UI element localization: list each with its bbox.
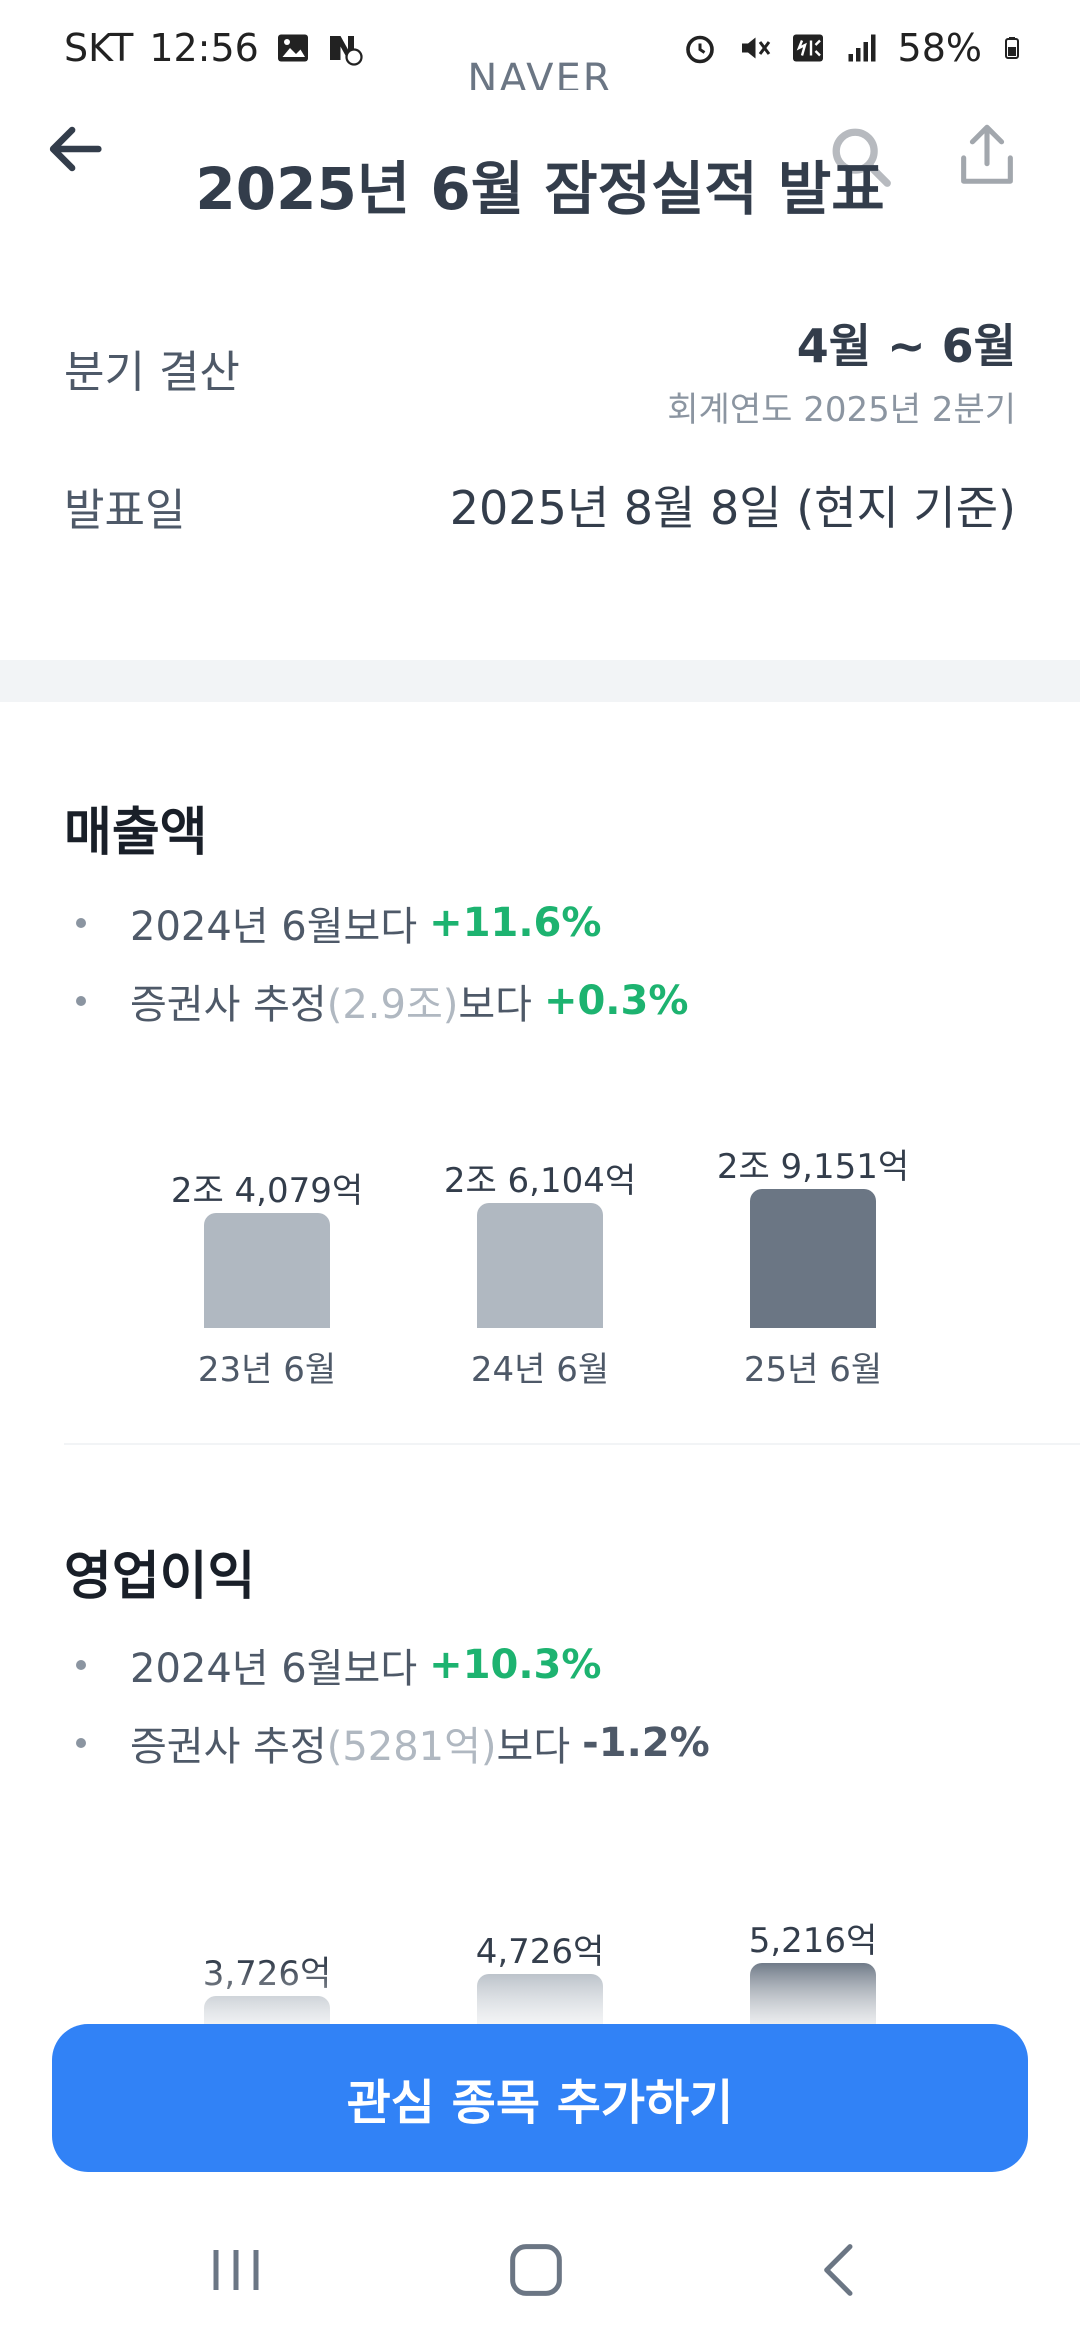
header: NAVER 2025년 6월 잠정실적 발표 [0, 56, 1080, 223]
quarter-value: 4월 ~ 6월 [796, 319, 1016, 373]
revenue-estimate-change: +0.3% [543, 978, 689, 1024]
revenue-yoy-text: 2024년 6월보다 [130, 904, 418, 950]
op-income-estimate-change: -1.2% [582, 1720, 710, 1766]
revenue-estimate-bullet: 증권사 추정 (2.9조) 보다 +0.3% [64, 972, 688, 1030]
revenue-estimate-suffix: 보다 [458, 982, 532, 1028]
bullet-dot [76, 1738, 86, 1748]
recent-apps-icon[interactable] [196, 2230, 276, 2310]
back-nav-icon[interactable] [800, 2230, 880, 2310]
op-income-estimate-suffix: 보다 [496, 1724, 571, 1770]
brand-ghost-text: NAVER [467, 56, 613, 90]
revenue-bar-chart: 2조 4,079억 23년 6월 2조 6,104억 24년 6월 2조 9,151억 2… [0, 1100, 1080, 1400]
search-icon[interactable] [826, 122, 896, 192]
revenue-title: 매출액 [64, 803, 208, 863]
bar-category-label: 25년 6월 [743, 1350, 883, 1390]
system-nav-bar [0, 2190, 1080, 2340]
op-income-yoy-bullet: 2024년 6월보다 +10.3% [64, 1636, 601, 1694]
revenue-estimate-value: (2.9조) [326, 982, 459, 1028]
op-income-estimate-value: (5281억) [326, 1724, 497, 1770]
bar-value-label: 2조 9,151억 [716, 1147, 910, 1187]
chart-divider [64, 1443, 1080, 1445]
quarter-label: 분기 결산 [64, 347, 240, 398]
bullet-dot [76, 996, 86, 1006]
page-title: 2025년 6월 잠정실적 발표 [195, 155, 885, 223]
revenue-yoy-bullet: 2024년 6월보다 +11.6% [64, 894, 601, 952]
operating-income-title: 영업이익 [64, 1547, 256, 1607]
bar-2 [750, 1189, 876, 1328]
fiscal-quarter-text: 회계연도 2025년 2분기 [667, 390, 1016, 430]
add-watchlist-button[interactable]: 관심 종목 추가하기 [52, 2024, 1028, 2172]
bar-value-label: 2조 6,104억 [443, 1161, 637, 1201]
announce-date-label: 발표일 [64, 485, 186, 536]
section-divider [0, 660, 1080, 702]
bar-category-label: 23년 6월 [197, 1350, 337, 1390]
home-icon[interactable] [496, 2230, 576, 2310]
announce-date-value: 2025년 8월 8일 (현지 기준) [449, 481, 1016, 535]
op-income-yoy-text: 2024년 6월보다 [130, 1646, 418, 1692]
op-income-estimate-prefix: 증권사 추정 [130, 1724, 327, 1770]
bar-value-label: 2조 4,079억 [170, 1171, 364, 1211]
bar-1 [477, 1203, 603, 1328]
op-income-estimate-bullet: 증권사 추정 (5281억) 보다 -1.2% [64, 1714, 710, 1772]
bar-category-label: 24년 6월 [470, 1350, 610, 1390]
revenue-estimate-prefix: 증권사 추정 [130, 982, 327, 1028]
bar-0 [204, 1213, 330, 1328]
bar-value-label: 5,216억 [748, 1921, 878, 1961]
bullet-dot [76, 1660, 86, 1670]
share-icon[interactable] [952, 120, 1022, 190]
op-income-yoy-change: +10.3% [429, 1642, 602, 1688]
revenue-yoy-change: +11.6% [429, 900, 602, 946]
bullet-dot [76, 918, 86, 928]
